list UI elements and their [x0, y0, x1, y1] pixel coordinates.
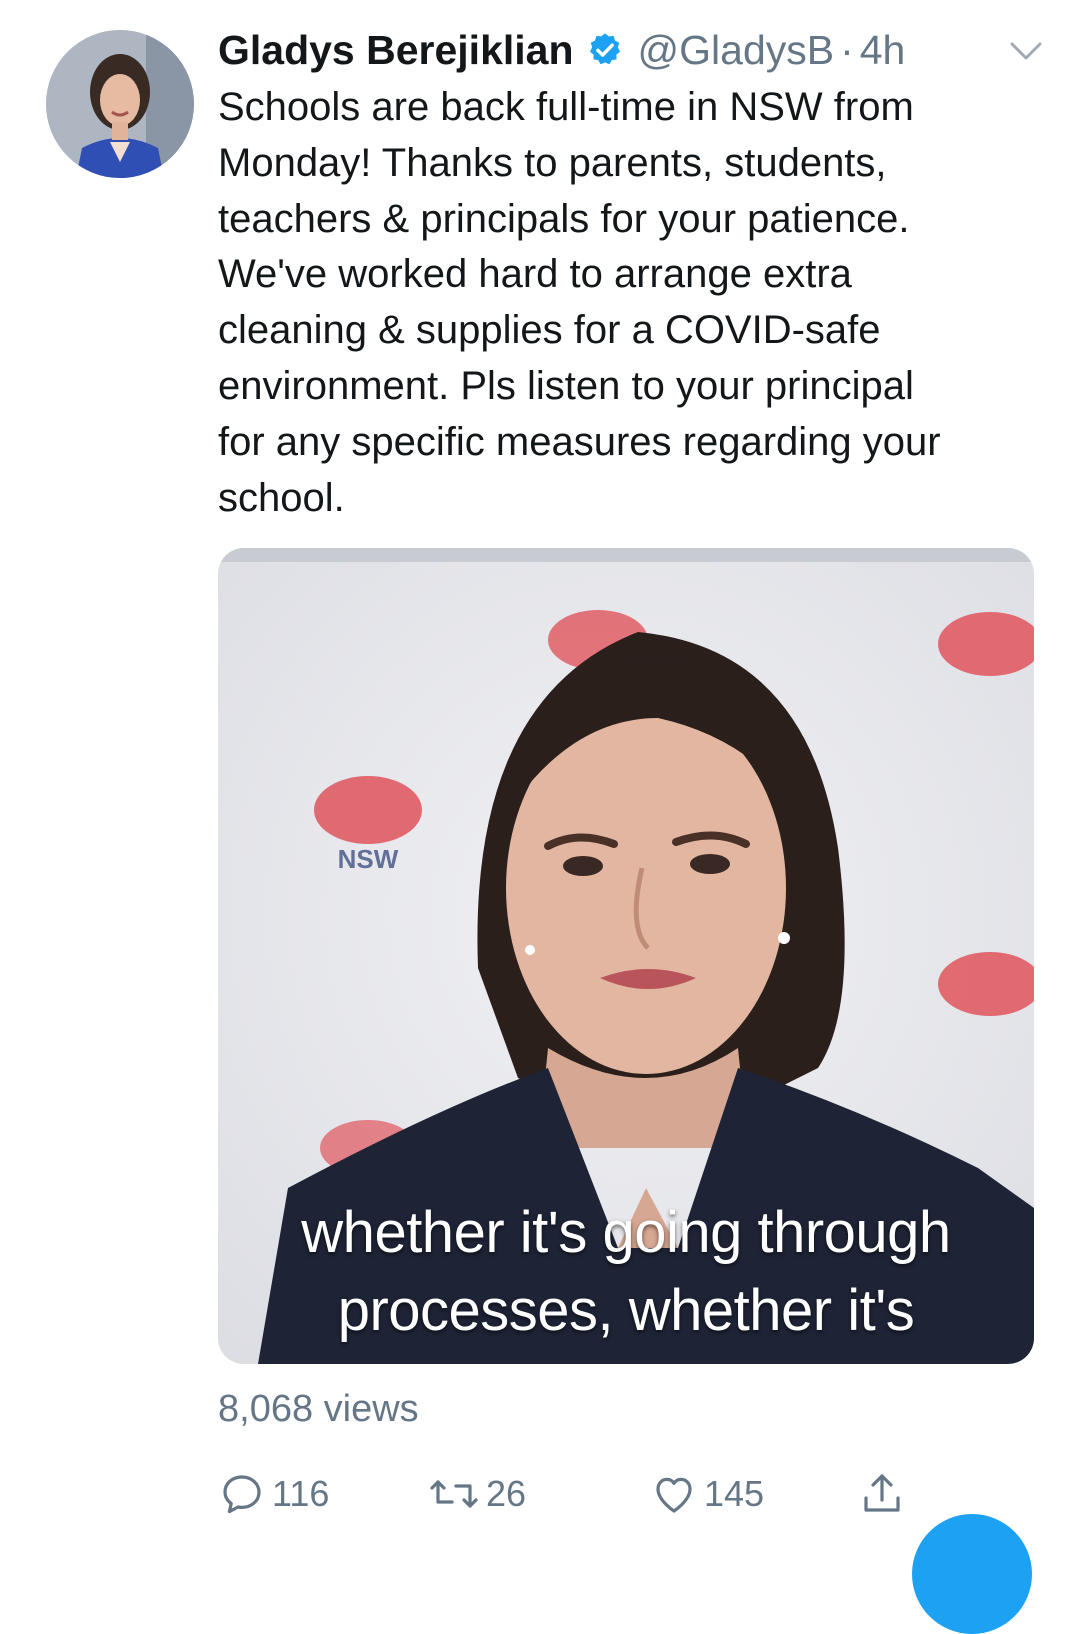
separator-dot: ·: [840, 26, 854, 73]
avatar-image: [46, 30, 194, 178]
video-caption: whether it's going through processes, wh…: [218, 1194, 1034, 1350]
reply-button[interactable]: 116: [218, 1464, 329, 1524]
view-count: 8,068 views: [218, 1388, 419, 1430]
reply-icon: [223, 1475, 261, 1514]
tweet-timestamp[interactable]: 4h: [860, 27, 906, 74]
tweet-video[interactable]: NSW whether it's going through processes…: [218, 548, 1034, 1364]
caption-line-2: processes, whether it's: [337, 1278, 915, 1343]
verified-badge-icon: [589, 33, 620, 65]
tweet-text: Schools are back full-time in NSW from M…: [218, 85, 941, 520]
nsw-logo-text: NSW: [338, 844, 399, 874]
retweet-icon: [430, 1480, 478, 1508]
heart-icon: [656, 1477, 692, 1513]
author-avatar[interactable]: [46, 30, 194, 178]
share-icon: [864, 1474, 900, 1512]
like-button[interactable]: 145: [650, 1464, 764, 1524]
like-count: 145: [704, 1473, 765, 1514]
caption-line-1: whether it's going through: [301, 1200, 951, 1265]
retweet-button[interactable]: 26: [428, 1464, 526, 1524]
retweet-count: 26: [486, 1473, 527, 1514]
chevron-down-icon[interactable]: [1008, 36, 1044, 66]
compose-tweet-button[interactable]: [912, 1514, 1032, 1634]
author-name[interactable]: Gladys Berejiklian: [218, 27, 574, 74]
author-handle[interactable]: @GladysB: [638, 27, 835, 74]
tweet-header: Gladys Berejiklian @GladysB · 4h: [218, 22, 1040, 78]
reply-count: 116: [272, 1473, 330, 1514]
tweet-actions: 116 26 145: [218, 1464, 1038, 1524]
share-button[interactable]: [858, 1464, 912, 1524]
